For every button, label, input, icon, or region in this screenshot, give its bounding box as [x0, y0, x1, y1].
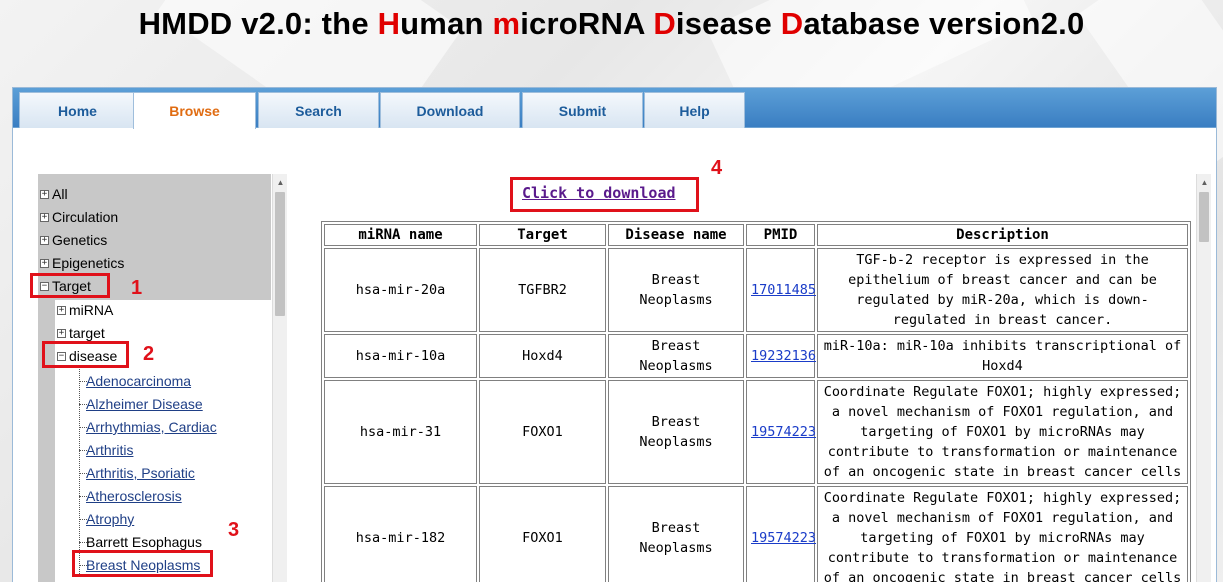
table-row: hsa-mir-182 FOXO1 Breast Neoplasms 19574…: [324, 486, 1188, 582]
column-header-mirna: miRNA name: [324, 224, 477, 246]
annotation-number: 4: [711, 157, 723, 179]
table-row: hsa-mir-20a TGFBR2 Breast Neoplasms 1701…: [324, 248, 1188, 332]
expand-icon[interactable]: +: [57, 328, 66, 338]
scrollbar-thumb[interactable]: [275, 192, 285, 316]
annotation-number: 2: [143, 343, 155, 365]
cell-description: TGF-b-2 receptor is expressed in the epi…: [817, 248, 1188, 332]
cell-description: Coordinate Regulate FOXO1; highly expres…: [817, 380, 1188, 484]
cell-target: TGFBR2: [479, 248, 606, 332]
table-row: hsa-mir-10a Hoxd4 Breast Neoplasms 19232…: [324, 334, 1188, 378]
cell-disease: Breast Neoplasms: [608, 486, 744, 582]
cell-description: Coordinate Regulate FOXO1; highly expres…: [817, 486, 1188, 582]
tree-leaf-barrett-esophagus[interactable]: Barrett Esophagus: [86, 534, 202, 550]
table-row: hsa-mir-31 FOXO1 Breast Neoplasms 195742…: [324, 380, 1188, 484]
cell-disease: Breast Neoplasms: [608, 380, 744, 484]
scroll-up-arrow-icon[interactable]: ▲: [273, 176, 288, 190]
annotation-number: 3: [228, 519, 240, 541]
cell-pmid: 19574223: [746, 486, 816, 582]
tab-search[interactable]: Search: [258, 92, 379, 128]
cell-mirna: hsa-mir-182: [324, 486, 477, 582]
cell-mirna: hsa-mir-10a: [324, 334, 477, 378]
tree-leaf-arrhythmias-cardiac[interactable]: Arrhythmias, Cardiac: [86, 419, 217, 435]
cell-target: FOXO1: [479, 486, 606, 582]
category-tree: + All + Circulation + Genetics + Epigenetics…: [38, 174, 284, 582]
cell-pmid: 19574223: [746, 380, 816, 484]
tab-download[interactable]: Download: [380, 92, 520, 128]
pmid-link[interactable]: 19232136: [751, 348, 816, 364]
expand-icon[interactable]: +: [40, 189, 49, 199]
content-scrollbar[interactable]: ▲: [1196, 174, 1211, 582]
tab-browse[interactable]: Browse: [133, 92, 256, 129]
cell-mirna: hsa-mir-20a: [324, 248, 477, 332]
tree-leaf-arthritis-psoriatic[interactable]: Arthritis, Psoriatic: [86, 465, 195, 481]
cell-disease: Breast Neoplasms: [608, 248, 744, 332]
expand-icon[interactable]: +: [40, 258, 49, 268]
expand-icon[interactable]: +: [40, 212, 49, 222]
tree-leaf-alzheimer-disease[interactable]: Alzheimer Disease: [86, 396, 203, 412]
pmid-link[interactable]: 17011485: [751, 282, 816, 298]
nav-bar: Home Browse Search Download Submit Help: [13, 88, 1216, 129]
tree-node-target-child[interactable]: + target: [57, 325, 105, 341]
tree-node-mirna[interactable]: + miRNA: [57, 302, 113, 318]
annotation-box-disease: [42, 341, 129, 368]
table-header-row: miRNA name Target Disease name PMID Desc…: [324, 224, 1188, 246]
tab-home[interactable]: Home: [19, 92, 136, 128]
cell-disease: Breast Neoplasms: [608, 334, 744, 378]
annotation-box-breast-neoplasms: [72, 550, 213, 577]
annotation-number: 1: [131, 277, 143, 299]
tree-node-all[interactable]: + All: [40, 186, 68, 202]
tree-node-epigenetics[interactable]: + Epigenetics: [40, 255, 124, 271]
scroll-up-arrow-icon[interactable]: ▲: [1197, 176, 1212, 190]
tree-node-genetics[interactable]: + Genetics: [40, 232, 107, 248]
column-header-target: Target: [479, 224, 606, 246]
pmid-link[interactable]: 19574223: [751, 424, 816, 440]
site-title: HMDD v2.0: the Human microRNA Disease Da…: [138, 6, 1085, 41]
cell-target: Hoxd4: [479, 334, 606, 378]
column-header-description: Description: [817, 224, 1188, 246]
scrollbar-thumb[interactable]: [1199, 192, 1209, 242]
cell-target: FOXO1: [479, 380, 606, 484]
tree-leaf-atherosclerosis[interactable]: Atherosclerosis: [86, 488, 182, 504]
tab-help[interactable]: Help: [644, 92, 745, 128]
expand-icon[interactable]: +: [57, 305, 66, 315]
expand-icon[interactable]: +: [40, 235, 49, 245]
results-table: miRNA name Target Disease name PMID Desc…: [321, 221, 1191, 582]
column-header-pmid: PMID: [746, 224, 815, 246]
cell-description: miR-10a: miR-10a inhibits transcriptiona…: [817, 334, 1188, 378]
cell-mirna: hsa-mir-31: [324, 380, 477, 484]
annotation-box-download: [510, 177, 699, 212]
cell-pmid: 17011485: [746, 248, 816, 332]
tree-leaf-atrophy[interactable]: Atrophy: [86, 511, 134, 527]
tree-scrollbar[interactable]: ▲: [272, 174, 287, 582]
pmid-link[interactable]: 19574223: [751, 530, 816, 546]
cell-pmid: 19232136: [746, 334, 816, 378]
column-header-disease: Disease name: [608, 224, 744, 246]
tree-node-circulation[interactable]: + Circulation: [40, 209, 118, 225]
tree-connector: [79, 366, 80, 576]
tab-submit[interactable]: Submit: [522, 92, 643, 128]
annotation-box-target: [30, 273, 110, 298]
tree-leaf-arthritis[interactable]: Arthritis: [86, 442, 133, 458]
tree-leaf-adenocarcinoma[interactable]: Adenocarcinoma: [86, 373, 191, 389]
